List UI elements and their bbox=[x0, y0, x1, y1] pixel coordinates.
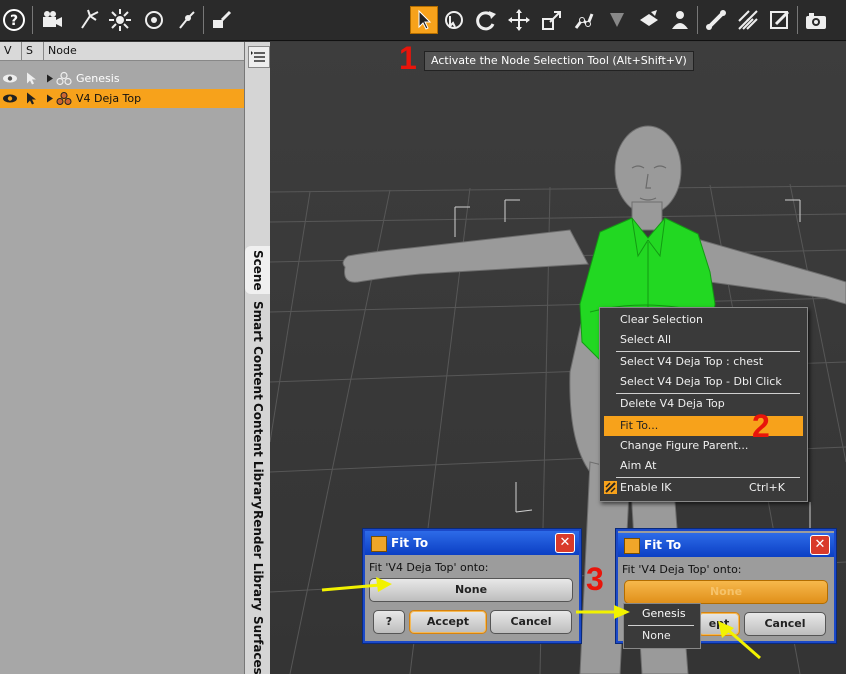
scale-tool-icon[interactable] bbox=[538, 6, 566, 34]
rotate-tool-icon[interactable] bbox=[472, 6, 500, 34]
pointer-icon[interactable] bbox=[24, 91, 40, 106]
eye-icon[interactable] bbox=[2, 71, 18, 86]
universal-tool-icon[interactable] bbox=[440, 6, 468, 34]
fit-target-combo[interactable]: None bbox=[369, 578, 573, 602]
menu-item-clear-selection[interactable]: Clear Selection bbox=[604, 310, 803, 330]
node-selection-tool-icon[interactable] bbox=[410, 6, 438, 34]
dialog-prompt: Fit 'V4 Deja Top' onto: bbox=[369, 561, 489, 574]
close-button[interactable]: ✕ bbox=[555, 533, 575, 553]
tab-smart-content[interactable]: Smart Content bbox=[245, 301, 271, 400]
menu-item-label: Enable IK bbox=[620, 481, 672, 494]
pointer-icon[interactable] bbox=[24, 71, 40, 86]
cancel-button[interactable]: Cancel bbox=[490, 610, 572, 634]
pose-tool-icon[interactable] bbox=[734, 6, 762, 34]
tab-render-library[interactable]: Render Library bbox=[245, 510, 271, 611]
panel-menu-icon[interactable] bbox=[248, 46, 270, 68]
new-camera-icon[interactable] bbox=[38, 6, 66, 34]
app-icon bbox=[371, 536, 387, 552]
menu-item-delete[interactable]: Delete V4 Deja Top bbox=[604, 394, 803, 414]
main-toolbar: ? bbox=[0, 0, 846, 41]
expand-arrow-icon[interactable] bbox=[46, 71, 54, 86]
figure-node-icon bbox=[56, 92, 72, 105]
annotation-number: 3 bbox=[586, 561, 604, 597]
light-icon[interactable] bbox=[172, 6, 200, 34]
cancel-button[interactable]: Cancel bbox=[744, 612, 826, 636]
fit-target-dropdown: Genesis None bbox=[623, 603, 701, 649]
annotation-number: 2 bbox=[752, 408, 770, 444]
geometry-editor-icon[interactable] bbox=[635, 6, 663, 34]
scene-header: V S Node bbox=[0, 42, 244, 61]
scene-row-genesis[interactable]: Genesis bbox=[0, 69, 244, 88]
close-button[interactable]: ✕ bbox=[810, 535, 830, 555]
help-icon: ? bbox=[385, 615, 393, 628]
menu-item-select-all[interactable]: Select All bbox=[604, 330, 803, 350]
svg-text:?: ? bbox=[10, 13, 18, 29]
app-icon bbox=[624, 538, 640, 554]
menu-item-aim-at[interactable]: Aim At bbox=[604, 456, 803, 476]
distant-light-icon[interactable] bbox=[140, 6, 168, 34]
dialog-title-bar[interactable]: Fit To ✕ bbox=[365, 531, 579, 555]
annotation-number: 1 bbox=[399, 40, 417, 76]
dialog-title-bar[interactable]: Fit To ✕ bbox=[618, 533, 834, 557]
menu-item-change-figure-parent[interactable]: Change Figure Parent... bbox=[604, 436, 803, 456]
dialog-title: Fit To bbox=[644, 538, 682, 552]
column-visible[interactable]: V bbox=[0, 42, 22, 60]
scene-panel: V S Node Genesis V4 Deja Top bbox=[0, 42, 244, 674]
bone-tool-icon[interactable] bbox=[702, 6, 730, 34]
dialog-title: Fit To bbox=[391, 536, 429, 550]
tooltip: Activate the Node Selection Tool (Alt+Sh… bbox=[424, 51, 694, 71]
expand-arrow-icon[interactable] bbox=[46, 91, 54, 106]
fit-target-combo[interactable]: None bbox=[624, 580, 828, 604]
eye-icon[interactable] bbox=[2, 91, 18, 106]
scene-row-label: V4 Deja Top bbox=[76, 92, 142, 105]
context-menu: Clear Selection Select All Select V4 Dej… bbox=[599, 307, 808, 502]
spot-light-icon[interactable] bbox=[76, 6, 104, 34]
tab-scene[interactable]: Scene bbox=[245, 246, 271, 294]
scene-row-v4-deja-top[interactable]: V4 Deja Top bbox=[0, 89, 244, 108]
scene-item-icon[interactable] bbox=[208, 6, 236, 34]
column-node[interactable]: Node bbox=[44, 42, 244, 60]
accept-button[interactable]: Accept bbox=[409, 610, 487, 634]
accept-button[interactable]: ept bbox=[698, 612, 740, 636]
translate-tool-icon[interactable] bbox=[505, 6, 533, 34]
dropdown-item-genesis[interactable]: Genesis bbox=[626, 605, 696, 623]
tab-surfaces[interactable]: Surfaces bbox=[245, 616, 271, 674]
surface-selection-icon[interactable] bbox=[603, 6, 631, 34]
ik-icon bbox=[604, 481, 617, 494]
menu-item-enable-ik[interactable]: Enable IK Ctrl+K bbox=[604, 478, 803, 498]
figure-node-icon bbox=[56, 71, 72, 86]
column-selectable[interactable]: S bbox=[22, 42, 44, 60]
dropdown-item-none[interactable]: None bbox=[626, 627, 696, 645]
menu-item-select-chest[interactable]: Select V4 Deja Top : chest bbox=[604, 352, 803, 372]
render-icon[interactable] bbox=[802, 6, 830, 34]
menu-item-shortcut: Ctrl+K bbox=[748, 481, 785, 494]
tab-content-library[interactable]: Content Library bbox=[245, 403, 271, 509]
dialog-prompt: Fit 'V4 Deja Top' onto: bbox=[622, 563, 742, 576]
menu-item-fit-to[interactable]: Fit To... bbox=[604, 416, 803, 436]
fit-to-dialog-left: Fit To ✕ Fit 'V4 Deja Top' onto: None ? … bbox=[363, 529, 581, 643]
point-light-icon[interactable] bbox=[106, 6, 134, 34]
joint-editor-icon[interactable] bbox=[570, 6, 598, 34]
scene-row-label: Genesis bbox=[76, 72, 120, 85]
help-icon[interactable]: ? bbox=[0, 6, 28, 34]
help-button[interactable]: ? bbox=[373, 610, 405, 634]
menu-item-select-dbl-click[interactable]: Select V4 Deja Top - Dbl Click bbox=[604, 372, 803, 392]
side-tabs: Scene Smart Content Content Library Rend… bbox=[244, 42, 272, 674]
property-tool-icon[interactable] bbox=[766, 6, 794, 34]
figure-editor-icon[interactable] bbox=[666, 6, 694, 34]
